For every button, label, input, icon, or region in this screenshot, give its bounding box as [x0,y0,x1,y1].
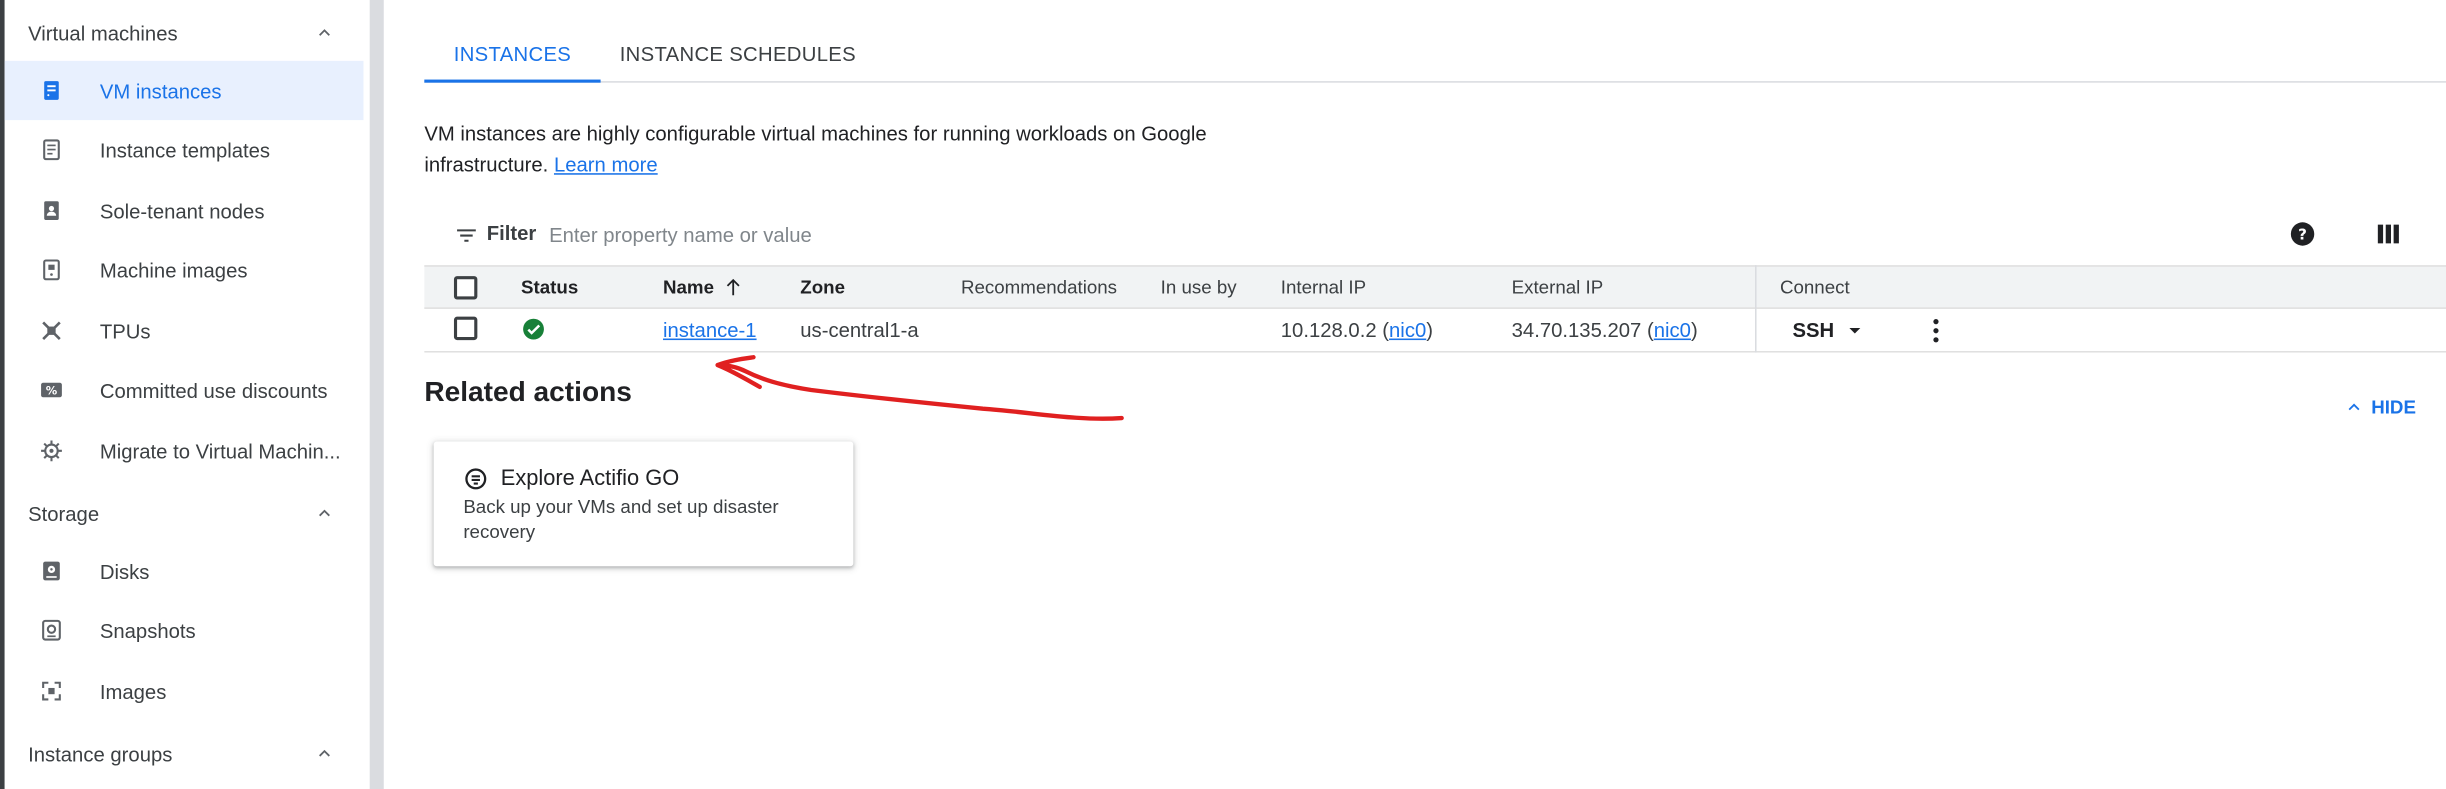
actifio-card[interactable]: Explore Actifio GO Back up your VMs and … [433,441,854,567]
sidebar-item-label: VM instances [99,79,222,103]
instance-external-ip: 34.70.135.207 (nic0) [1511,318,1698,342]
filter-icon[interactable] [454,223,479,248]
column-display-icon[interactable] [2374,220,2402,248]
chevron-up-icon [319,29,330,36]
instance-zone: us-central1-a [800,318,919,342]
vm-instance-icon [44,81,59,100]
svg-text:%: % [46,384,58,398]
section-label: Virtual machines [28,21,178,45]
section-storage[interactable]: Storage [5,484,370,543]
migrate-icon [41,440,62,462]
percent-icon: % [41,382,62,398]
chevron-up-icon [2348,403,2360,411]
template-icon [43,139,60,161]
sidebar-item-disks[interactable]: Disks [5,541,364,600]
help-icon[interactable]: ? [2289,220,2317,248]
external-nic-link[interactable]: nic0 [1654,318,1691,341]
image-icon [42,681,61,701]
header-status[interactable]: Status [521,276,578,298]
svg-text:?: ? [2298,225,2307,243]
table-header: Status Name Zone Recommendations In use … [424,265,2446,309]
instance-name-link[interactable]: instance-1 [663,318,757,341]
sidebar-item-committed-use-discounts[interactable]: % Committed use discounts [5,360,364,419]
sidebar-item-label: Disks [99,560,150,584]
header-in-use-by[interactable]: In use by [1161,276,1237,298]
sidebar-item-migrate[interactable]: Migrate to Virtual Machin... [5,421,364,480]
sidebar-item-label: Machine images [99,258,248,283]
header-connect: Connect [1779,276,1850,298]
filter-label[interactable]: Filter [487,222,537,245]
ssh-button[interactable]: SSH [1792,318,1834,341]
internal-nic-link[interactable]: nic0 [1389,318,1426,341]
tab-instance-schedules[interactable]: INSTANCE SCHEDULES [601,25,876,81]
sidebar: Virtual machines VM instances Instance t… [4,0,370,789]
row-checkbox[interactable] [453,316,478,341]
actifio-icon [465,468,487,490]
sidebar-item-tpus[interactable]: TPUs [5,301,364,360]
filter-bar: Filter ? [424,207,2446,263]
sidebar-item-machine-images[interactable]: Machine images [5,240,364,299]
sidebar-item-label: TPUs [99,319,151,344]
sort-ascending-icon[interactable] [722,275,744,300]
sidebar-resize-handle[interactable] [369,0,384,789]
sidebar-item-snapshots[interactable]: Snapshots [5,601,364,660]
filter-input[interactable] [549,215,1174,253]
select-all-checkbox[interactable] [453,276,478,300]
sidebar-item-vm-instances[interactable]: VM instances [4,60,364,121]
chevron-up-icon [319,749,330,757]
sidebar-item-label: Sole-tenant nodes [99,199,265,224]
sidebar-item-label: Snapshots [99,619,196,643]
learn-more-link[interactable]: Learn more [554,152,658,175]
header-internal-ip[interactable]: Internal IP [1281,276,1366,298]
sidebar-item-sole-tenant-nodes[interactable]: Sole-tenant nodes [5,181,364,240]
table-row: instance-1 us-central1-a 10.128.0.2 (nic… [424,309,2446,353]
header-recommendations[interactable]: Recommendations [961,276,1117,298]
section-label: Instance groups [28,741,173,766]
machine-image-icon [43,259,60,281]
hide-related-button[interactable]: HIDE [2343,393,2416,421]
main-content: INSTANCES INSTANCE SCHEDULES VM instance… [384,0,2446,789]
section-virtual-machines[interactable]: Virtual machines [5,3,370,62]
description-text: VM instances are highly configurable vir… [424,121,1207,176]
sidebar-item-label: Instance templates [99,138,271,163]
section-instance-groups[interactable]: Instance groups [5,724,370,783]
sidebar-item-images[interactable]: Images [5,661,364,720]
hide-label: HIDE [2371,396,2416,419]
more-vert-icon[interactable] [1920,315,1951,346]
connect-column-separator [1754,265,1757,353]
tab-instances[interactable]: INSTANCES [424,25,601,83]
header-external-ip[interactable]: External IP [1512,276,1604,298]
header-name[interactable]: Name [663,276,714,298]
header-zone[interactable]: Zone [800,276,845,298]
instance-internal-ip: 10.128.0.2 (nic0) [1280,318,1434,342]
section-label: Storage [28,501,100,525]
page-description: VM instances are highly configurable vir… [424,119,1235,180]
sidebar-item-label: Images [99,680,167,704]
card-title: Explore Actifio GO [500,464,680,490]
status-ok-icon [523,318,544,340]
sidebar-item-instance-templates[interactable]: Instance templates [5,120,364,179]
tpu-icon [42,321,61,340]
disk-icon [43,561,60,581]
ssh-dropdown-icon[interactable] [1844,320,1866,342]
tab-bar: INSTANCES INSTANCE SCHEDULES [424,25,2446,83]
sidebar-item-label: Committed use discounts [99,379,328,403]
related-actions-title: Related actions [424,375,632,408]
card-description: Back up your VMs and set up disaster rec… [463,496,779,543]
sole-tenant-icon [44,201,59,220]
snapshot-icon [42,619,61,641]
chevron-up-icon [319,509,330,517]
sidebar-item-label: Migrate to Virtual Machin... [99,439,341,464]
